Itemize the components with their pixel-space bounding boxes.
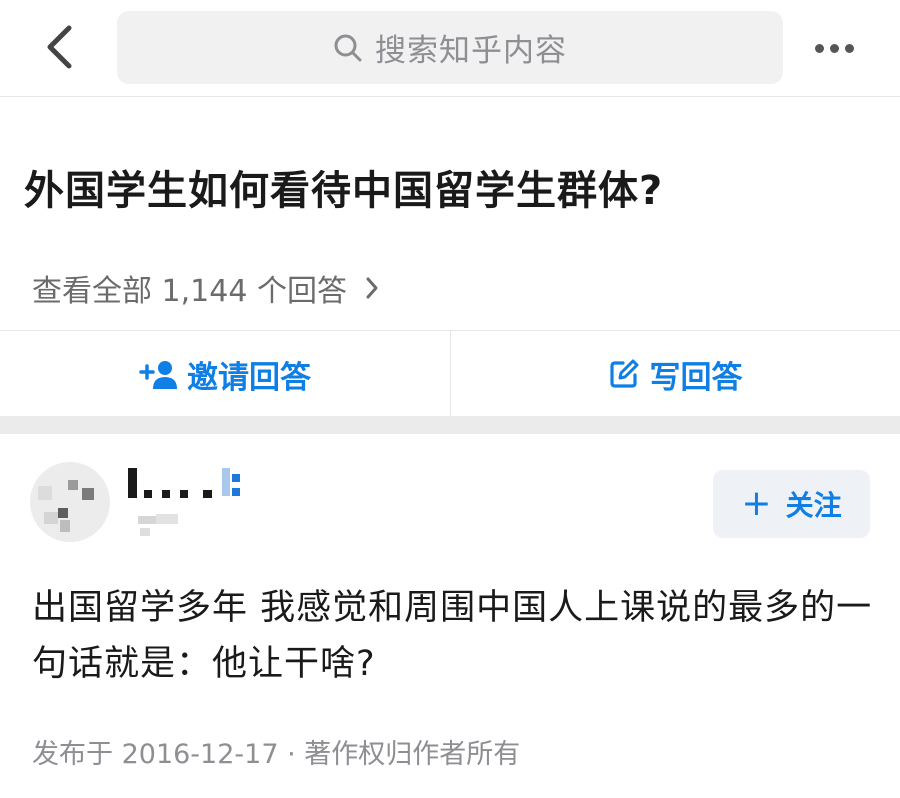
follow-label: 关注 bbox=[785, 489, 842, 522]
plus-icon: + bbox=[741, 483, 772, 524]
back-button[interactable] bbox=[38, 24, 82, 70]
section-separator bbox=[0, 416, 900, 434]
search-input[interactable]: 搜索知乎内容 bbox=[117, 11, 783, 84]
invite-answer-label: 邀请回答 bbox=[187, 359, 311, 396]
chevron-right-icon bbox=[365, 276, 379, 300]
view-all-answers-label: 查看全部 1,144 个回答 bbox=[32, 274, 347, 309]
chevron-left-icon bbox=[47, 25, 72, 69]
more-dots-icon bbox=[814, 43, 824, 53]
more-button[interactable] bbox=[806, 28, 862, 68]
author-name[interactable] bbox=[128, 464, 258, 504]
question-actions: 邀请回答 写回答 bbox=[0, 330, 900, 417]
top-bar: 搜索知乎内容 bbox=[0, 0, 900, 97]
invite-answer-button[interactable]: 邀请回答 bbox=[0, 331, 450, 417]
avatar[interactable] bbox=[30, 462, 110, 542]
search-icon bbox=[334, 34, 362, 61]
write-answer-button[interactable]: 写回答 bbox=[450, 331, 900, 417]
edit-icon bbox=[608, 358, 640, 390]
write-answer-label: 写回答 bbox=[649, 359, 743, 396]
search-placeholder: 搜索知乎内容 bbox=[375, 33, 567, 69]
question-title[interactable]: 外国学生如何看待中国留学生群体? bbox=[24, 158, 663, 216]
follow-button[interactable]: + 关注 bbox=[713, 470, 870, 538]
answer-content[interactable]: 出国留学多年 我感觉和周围中国人上课说的最多的一句话就是：他让干啥? bbox=[32, 580, 877, 692]
author-headline bbox=[128, 512, 188, 540]
view-all-answers-link[interactable]: 查看全部 1,144 个回答 bbox=[32, 266, 379, 310]
question-page: 搜索知乎内容 外国学生如何看待中国留学生群体? 查看全部 1,144 个回答 邀… bbox=[0, 0, 900, 798]
answer-meta: 发布于 2016-12-17 · 著作权归作者所有 bbox=[32, 739, 521, 770]
add-person-icon bbox=[139, 359, 177, 389]
